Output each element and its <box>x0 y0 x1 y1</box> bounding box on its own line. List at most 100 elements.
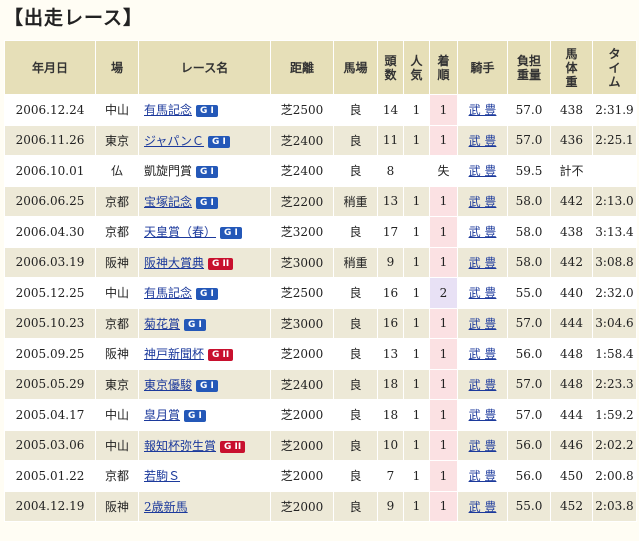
cell-distance: 芝3000 <box>270 246 334 278</box>
table-row: 2006.03.19 阪神 阪神大賞典 G II 芝3000 稍重 9 1 1 武 豊 58.0 44… <box>4 246 637 278</box>
cell-runners: 14 <box>377 94 404 126</box>
cell-distance: 芝2200 <box>270 185 334 217</box>
grade-badge: G II <box>208 349 234 362</box>
cell-distance: 芝2400 <box>270 155 334 187</box>
table-row: 2004.12.19 阪神 2歳新馬 芝2000 良 9 1 1 武 豊 55.0 452 2:03.… <box>4 490 637 522</box>
cell-horse-weight: 440 <box>550 277 593 309</box>
cell-runners: 13 <box>377 338 404 370</box>
cell-race: 神戸新聞杯 G II <box>138 338 271 370</box>
cell-runners: 18 <box>377 368 404 400</box>
table-row: 2005.09.25 阪神 神戸新聞杯 G II 芝2000 良 13 1 1 武 豊 56.0 44… <box>4 338 637 370</box>
jockey-link[interactable]: 武 豊 <box>469 195 497 209</box>
jockey-link[interactable]: 武 豊 <box>469 347 497 361</box>
table-row: 2006.10.01 仏凱旋門賞 G I 芝2400 良 8 失武 豊 59.5 計不 <box>4 155 637 187</box>
cell-time: 3:13.4 <box>592 216 637 248</box>
jockey-link[interactable]: 武 豊 <box>469 408 497 422</box>
cell-jockey: 武 豊 <box>457 185 508 217</box>
cell-finish: 1 <box>429 460 458 492</box>
cell-popularity: 1 <box>403 399 430 431</box>
cell-track: 稍重 <box>333 246 378 278</box>
cell-track: 稍重 <box>333 185 378 217</box>
table-row: 2005.10.23 京都 菊花賞 G I 芝3000 良 16 1 1 武 豊 57.0 444 3:… <box>4 307 637 339</box>
cell-race: 若駒Ｓ <box>138 460 271 492</box>
header-time: タ イ ム <box>592 40 637 95</box>
cell-runners: 9 <box>377 246 404 278</box>
grade-badge: G I <box>196 166 218 179</box>
cell-race: 皐月賞 G I <box>138 399 271 431</box>
cell-jockey: 武 豊 <box>457 460 508 492</box>
grade-badge: G I <box>196 288 218 301</box>
cell-track: 良 <box>333 490 378 522</box>
cell-race: 報知杯弥生賞 G II <box>138 429 271 461</box>
jockey-link[interactable]: 武 豊 <box>469 500 497 514</box>
cell-horse-weight: 442 <box>550 246 593 278</box>
cell-distance: 芝2500 <box>270 94 334 126</box>
cell-date: 2005.09.25 <box>4 338 96 370</box>
cell-weight: 57.0 <box>507 307 551 339</box>
jockey-link[interactable]: 武 豊 <box>469 378 497 392</box>
race-link[interactable]: 2歳新馬 <box>144 500 188 514</box>
race-link[interactable]: 皐月賞 <box>144 408 180 422</box>
cell-distance: 芝2000 <box>270 460 334 492</box>
header-popularity: 人 気 <box>403 40 430 95</box>
jockey-link[interactable]: 武 豊 <box>469 225 497 239</box>
cell-venue: 京都 <box>95 185 139 217</box>
table-row: 2006.06.25 京都 宝塚記念 G I 芝2200 稍重 13 1 1 武 豊 58.0 442… <box>4 185 637 217</box>
race-link[interactable]: 神戸新聞杯 <box>144 347 204 361</box>
cell-popularity: 1 <box>403 429 430 461</box>
race-link[interactable]: 阪神大賞典 <box>144 256 204 270</box>
table-row: 2005.12.25 中山 有馬記念 G I 芝2500 良 16 1 2 武 豊 55.0 440 2… <box>4 277 637 309</box>
jockey-link[interactable]: 武 豊 <box>469 469 497 483</box>
cell-distance: 芝2500 <box>270 277 334 309</box>
jockey-link[interactable]: 武 豊 <box>469 439 497 453</box>
race-link[interactable]: 宝塚記念 <box>144 195 192 209</box>
jockey-link[interactable]: 武 豊 <box>469 317 497 331</box>
cell-jockey: 武 豊 <box>457 124 508 156</box>
cell-weight: 58.0 <box>507 185 551 217</box>
cell-finish: 1 <box>429 490 458 522</box>
cell-race: ジャパンＣ G I <box>138 124 271 156</box>
grade-badge: G I <box>196 105 218 118</box>
race-link[interactable]: 若駒Ｓ <box>144 469 180 483</box>
jockey-link[interactable]: 武 豊 <box>469 286 497 300</box>
grade-badge: G I <box>220 227 242 240</box>
race-name: 凱旋門賞 <box>144 164 193 179</box>
cell-track: 良 <box>333 307 378 339</box>
cell-time: 2:31.9 <box>592 94 637 126</box>
race-link[interactable]: 菊花賞 <box>144 317 180 331</box>
jockey-link[interactable]: 武 豊 <box>469 103 497 117</box>
cell-venue: 京都 <box>95 307 139 339</box>
cell-runners: 13 <box>377 185 404 217</box>
jockey-link[interactable]: 武 豊 <box>469 164 497 178</box>
header-distance: 距離 <box>270 40 334 95</box>
cell-jockey: 武 豊 <box>457 216 508 248</box>
grade-badge: G II <box>220 440 246 453</box>
header-horse-weight: 馬 体 重 <box>550 40 593 95</box>
header-jockey: 騎手 <box>457 40 508 95</box>
cell-finish: 1 <box>429 94 458 126</box>
cell-track: 良 <box>333 338 378 370</box>
cell-distance: 芝2000 <box>270 338 334 370</box>
race-link[interactable]: ジャパンＣ <box>144 134 204 148</box>
race-link[interactable]: 東京優駿 <box>144 378 192 392</box>
race-link[interactable]: 報知杯弥生賞 <box>144 439 216 453</box>
header-track: 馬場 <box>333 40 378 95</box>
race-link[interactable]: 有馬記念 <box>144 103 192 117</box>
grade-badge: G I <box>196 196 218 209</box>
grade-badge: G II <box>208 257 234 270</box>
jockey-link[interactable]: 武 豊 <box>469 256 497 270</box>
cell-weight: 57.0 <box>507 94 551 126</box>
cell-horse-weight: 438 <box>550 94 593 126</box>
cell-popularity <box>403 155 430 187</box>
cell-jockey: 武 豊 <box>457 307 508 339</box>
race-link[interactable]: 天皇賞（春） <box>144 225 216 239</box>
cell-venue: 阪神 <box>95 490 139 522</box>
cell-weight: 57.0 <box>507 124 551 156</box>
table-row: 2006.04.30 京都 天皇賞（春） G I 芝3200 良 17 1 1 武 豊 58.0 43… <box>4 216 637 248</box>
cell-time: 2:02.2 <box>592 429 637 461</box>
race-link[interactable]: 有馬記念 <box>144 286 192 300</box>
jockey-link[interactable]: 武 豊 <box>469 134 497 148</box>
page-title: 【出走レース】 <box>4 7 144 29</box>
cell-date: 2005.05.29 <box>4 368 96 400</box>
cell-date: 2006.03.19 <box>4 246 96 278</box>
